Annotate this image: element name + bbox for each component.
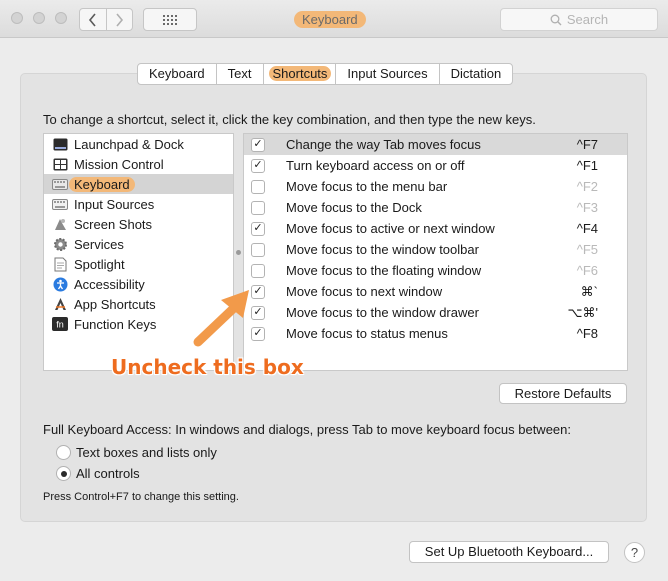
- shortcut-row[interactable]: ✓ Turn keyboard access on or off ^F1: [244, 155, 627, 176]
- restore-defaults-button[interactable]: Restore Defaults: [499, 383, 627, 404]
- tab-shortcuts[interactable]: Shortcuts: [262, 64, 336, 84]
- shortcut-key[interactable]: ^F5: [577, 242, 598, 257]
- category-screen-shots[interactable]: Screen Shots: [44, 214, 233, 234]
- shortcut-key[interactable]: ⌥⌘': [568, 305, 598, 321]
- mission-control-icon: [52, 157, 68, 172]
- search-placeholder: Search: [566, 12, 609, 27]
- shortcut-row[interactable]: ✓ Move focus to active or next window ^F…: [244, 218, 627, 239]
- category-keyboard[interactable]: Keyboard: [44, 174, 233, 194]
- show-all-button[interactable]: [143, 8, 197, 31]
- radio-text-boxes[interactable]: Text boxes and lists only: [56, 445, 217, 460]
- shortcut-key[interactable]: ^F7: [577, 137, 598, 152]
- split-view-handle[interactable]: [236, 250, 241, 255]
- shortcut-key[interactable]: ^F8: [577, 326, 598, 341]
- shortcut-row[interactable]: ✓ Move focus to status menus ^F8: [244, 323, 627, 344]
- shortcut-row[interactable]: Move focus to the window toolbar ^F5: [244, 239, 627, 260]
- shortcut-key[interactable]: ^F2: [577, 179, 598, 194]
- input-sources-icon: [52, 197, 68, 212]
- shortcut-row[interactable]: Move focus to the menu bar ^F2: [244, 176, 627, 197]
- spotlight-icon: [52, 257, 68, 272]
- shortcut-key[interactable]: ^F1: [577, 158, 598, 173]
- close-window-button[interactable]: [11, 12, 23, 24]
- shortcut-list: ✓ Change the way Tab moves focus ^F7 ✓ T…: [243, 133, 628, 371]
- shortcut-row[interactable]: ✓ Change the way Tab moves focus ^F7: [244, 134, 627, 155]
- grid-icon: [163, 14, 177, 25]
- category-mission-control[interactable]: Mission Control: [44, 154, 233, 174]
- fn-icon: fn: [52, 317, 68, 332]
- category-app-shortcuts[interactable]: App Shortcuts: [44, 294, 233, 314]
- keyboard-access-hint: Press Control+F7 to change this setting.: [43, 491, 239, 503]
- back-button[interactable]: [80, 9, 106, 30]
- minimize-window-button[interactable]: [33, 12, 45, 24]
- zoom-window-button[interactable]: [55, 12, 67, 24]
- shortcut-checkbox[interactable]: ✓: [251, 284, 265, 299]
- chevron-left-icon: [89, 12, 96, 27]
- annotation-text: Uncheck this box: [111, 355, 304, 379]
- shortcut-checkbox[interactable]: [251, 200, 265, 215]
- category-input-sources[interactable]: Input Sources: [44, 194, 233, 214]
- shortcut-key[interactable]: ^F3: [577, 200, 598, 215]
- radio-button[interactable]: [56, 445, 71, 460]
- shortcut-checkbox[interactable]: ✓: [251, 305, 265, 320]
- shortcut-key[interactable]: ^F4: [577, 221, 598, 236]
- shortcut-checkbox[interactable]: [251, 263, 265, 278]
- category-function-keys[interactable]: fn Function Keys: [44, 314, 233, 334]
- shortcut-checkbox[interactable]: [251, 242, 265, 257]
- shortcut-key[interactable]: ⌘`: [581, 284, 598, 300]
- tab-input-sources[interactable]: Input Sources: [335, 64, 438, 84]
- accessibility-icon: [52, 277, 68, 292]
- instruction-text: To change a shortcut, select it, click t…: [43, 112, 536, 127]
- shortcut-row[interactable]: Move focus to the Dock ^F3: [244, 197, 627, 218]
- radio-button[interactable]: [56, 466, 71, 481]
- setup-bluetooth-keyboard-button[interactable]: Set Up Bluetooth Keyboard...: [409, 541, 609, 563]
- tab-text[interactable]: Text: [215, 64, 263, 84]
- shortcut-checkbox[interactable]: ✓: [251, 326, 265, 341]
- category-launchpad-dock[interactable]: Launchpad & Dock: [44, 134, 233, 154]
- shortcut-row[interactable]: ✓ Move focus to the window drawer ⌥⌘': [244, 302, 627, 323]
- shortcut-key[interactable]: ^F6: [577, 263, 598, 278]
- nav-buttons: [79, 8, 133, 31]
- window-title: Keyboard: [294, 11, 366, 28]
- launchpad-icon: [52, 137, 68, 152]
- help-button[interactable]: ?: [624, 542, 645, 563]
- title-bar: Keyboard Search: [0, 0, 668, 38]
- shortcut-row[interactable]: Move focus to the floating window ^F6: [244, 260, 627, 281]
- shortcut-checkbox[interactable]: ✓: [251, 158, 265, 173]
- category-services[interactable]: Services: [44, 234, 233, 254]
- svg-text:fn: fn: [56, 320, 64, 330]
- category-accessibility[interactable]: Accessibility: [44, 274, 233, 294]
- app-shortcuts-icon: [52, 297, 68, 312]
- shortcut-row[interactable]: ✓ Move focus to next window ⌘`: [244, 281, 627, 302]
- search-icon: [550, 14, 562, 25]
- forward-button[interactable]: [105, 9, 133, 30]
- tab-bar: Keyboard Text Shortcuts Input Sources Di…: [137, 63, 514, 85]
- tab-keyboard[interactable]: Keyboard: [138, 64, 216, 84]
- tab-dictation[interactable]: Dictation: [438, 64, 513, 84]
- radio-all-controls[interactable]: All controls: [56, 466, 140, 481]
- category-spotlight[interactable]: Spotlight: [44, 254, 233, 274]
- shortcut-checkbox[interactable]: [251, 179, 265, 194]
- shortcut-checkbox[interactable]: ✓: [251, 137, 265, 152]
- gear-icon: [52, 237, 68, 252]
- shortcut-checkbox[interactable]: ✓: [251, 221, 265, 236]
- keyboard-icon: [52, 177, 68, 192]
- chevron-right-icon: [116, 12, 123, 27]
- screenshot-icon: [52, 217, 68, 232]
- full-keyboard-access-label: Full Keyboard Access: In windows and dia…: [43, 422, 571, 437]
- category-list: Launchpad & Dock Mission Control Keyboar…: [43, 133, 234, 371]
- search-input[interactable]: Search: [500, 8, 658, 31]
